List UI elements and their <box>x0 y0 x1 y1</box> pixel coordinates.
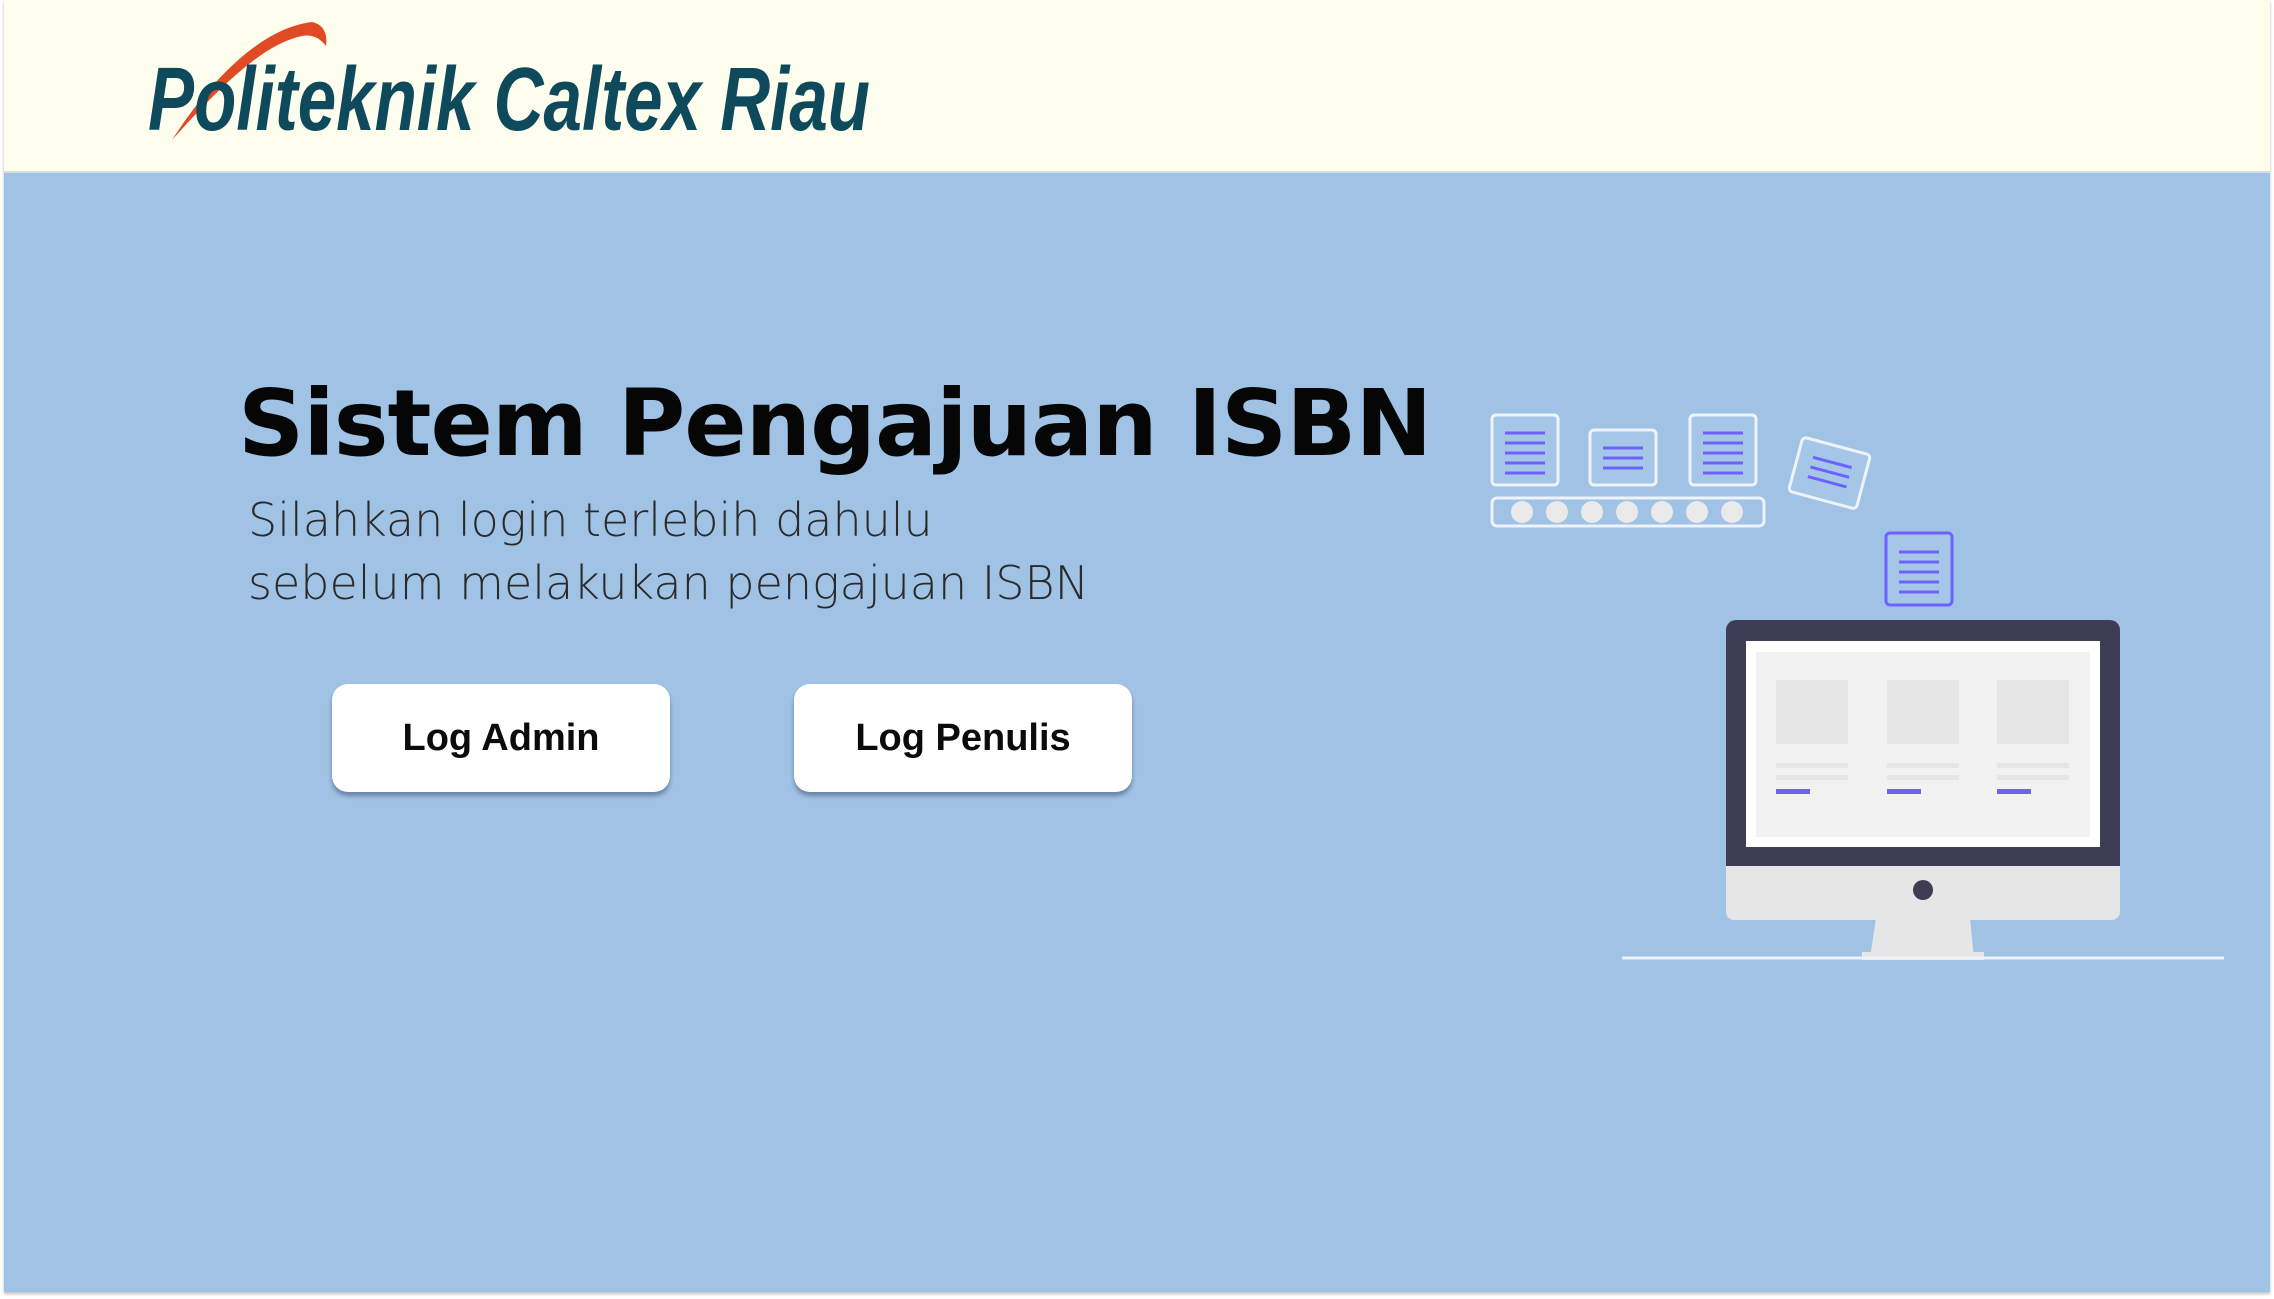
subtitle-line-1: Silahkan login terlebih dahulu <box>248 493 933 547</box>
page-title: Sistem Pengajuan ISBN <box>238 370 1432 477</box>
top-header: Politeknik Caltex Riau <box>4 0 2270 173</box>
log-admin-button[interactable]: Log Admin <box>332 684 670 792</box>
page-subtitle: Silahkan login terlebih dahulu sebelum m… <box>248 489 1089 615</box>
document-icon <box>1490 413 1560 487</box>
document-icon <box>1688 413 1758 487</box>
pcr-logo[interactable]: Politeknik Caltex Riau <box>142 18 882 148</box>
conveyor-belt <box>1490 496 1766 528</box>
log-penulis-button[interactable]: Log Penulis <box>794 684 1132 792</box>
monitor-icon <box>1726 620 2120 960</box>
page-frame: Politeknik Caltex Riau Sistem Pengajuan … <box>4 0 2270 1292</box>
document-icon <box>1588 428 1658 487</box>
subtitle-line-2: sebelum melakukan pengajuan ISBN <box>248 556 1090 610</box>
document-icon <box>1787 436 1872 510</box>
logo-text: Politeknik Caltex Riau <box>148 50 870 148</box>
computer-upload-illustration <box>1490 413 2224 960</box>
uploading-document-icon <box>1884 531 1954 607</box>
